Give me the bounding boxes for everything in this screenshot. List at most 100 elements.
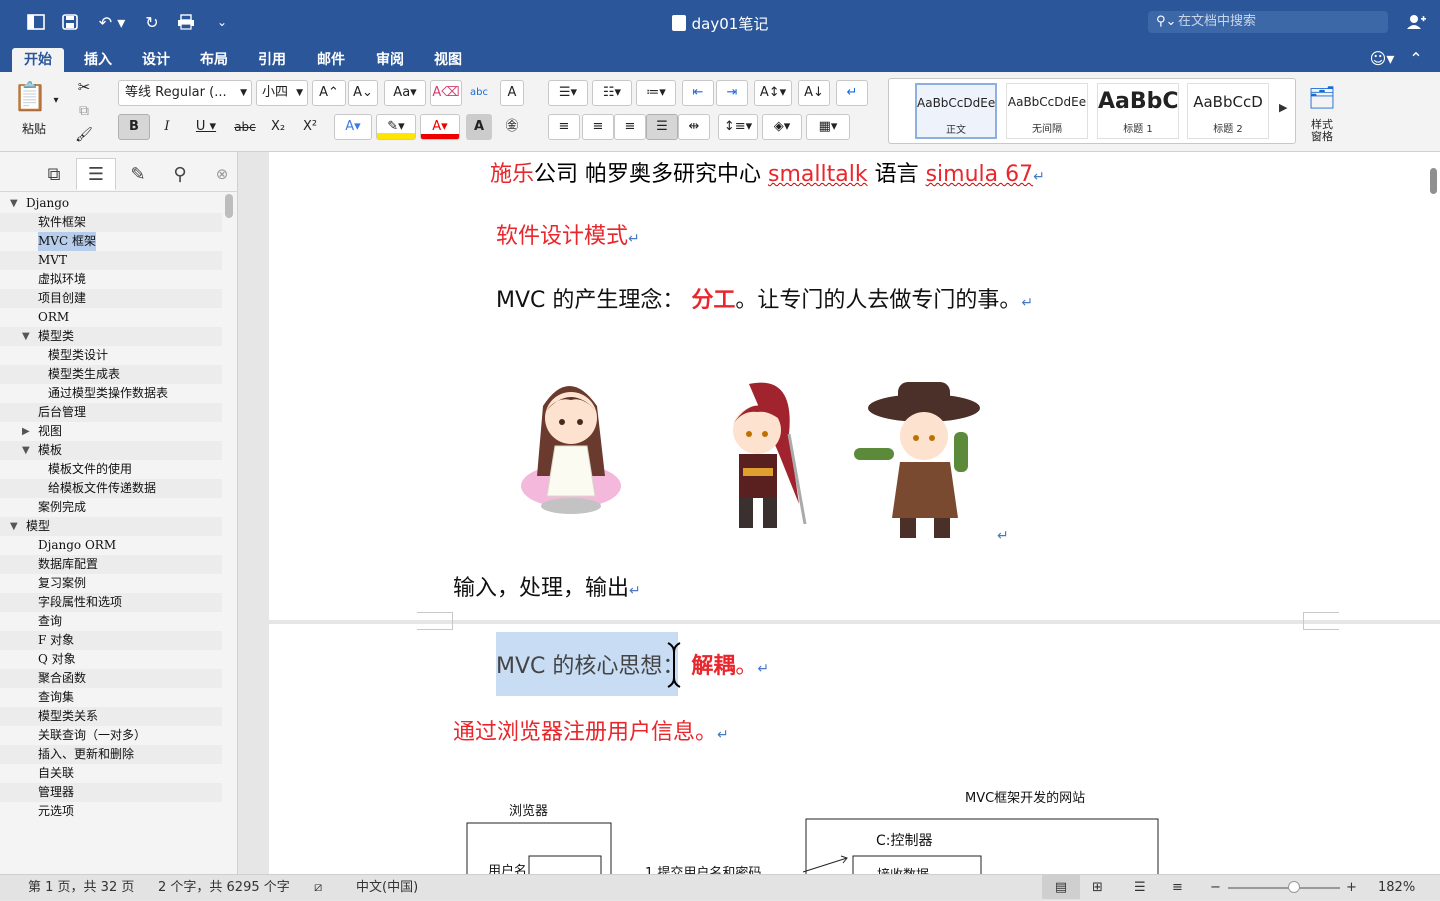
doc-line-history[interactable]: 施乐公司 帕罗奥多研究中心 smalltalk 语言 simula 67↵ (490, 156, 1045, 188)
numbering-button[interactable]: ☷▾ (592, 80, 632, 106)
clear-formatting-icon[interactable]: A⌫ (430, 80, 462, 106)
toc-item[interactable]: 模板文件的使用 (0, 460, 222, 479)
show-marks-icon[interactable]: ↵ (836, 80, 868, 106)
search-input[interactable]: ⚲⌄ 在文档中搜索 (1148, 11, 1388, 33)
word-count[interactable]: 2 个字，共 6295 个字 (158, 875, 290, 901)
toc-item[interactable]: 给模板文件传递数据 (0, 479, 222, 498)
zoom-level[interactable]: 182% (1378, 875, 1415, 901)
toc-item[interactable]: 插入、更新和删除 (0, 745, 222, 764)
toc-item[interactable]: Django ORM (0, 536, 222, 555)
toc-item[interactable]: 元选项 (0, 802, 222, 821)
distributed-align-button[interactable]: ⇹ (678, 114, 710, 140)
page-count[interactable]: 第 1 页，共 32 页 (28, 875, 134, 901)
proofing-icon[interactable]: ⧄ (314, 875, 322, 901)
toc-item[interactable]: 管理器 (0, 783, 222, 802)
subscript-button[interactable]: X₂ (264, 114, 292, 140)
enclose-characters-icon[interactable]: ㊎ (498, 114, 526, 140)
girl-cartoon-image[interactable] (509, 366, 629, 520)
language-indicator[interactable]: 中文(中国) (356, 875, 418, 901)
align-right-button[interactable]: ≡ (614, 114, 646, 140)
text-effects-button[interactable]: A▾ (334, 114, 372, 140)
toc-item[interactable]: ORM (0, 308, 222, 327)
thumbnails-tab-icon[interactable]: ⧉ (34, 158, 74, 190)
styles-pane-icon[interactable]: 🗂 (1304, 78, 1340, 118)
collapse-arrow-icon[interactable]: ▼ (10, 194, 18, 213)
warrior-cartoon-image[interactable] (709, 374, 809, 540)
gallery-next-icon[interactable]: ▶ (1279, 101, 1287, 114)
toc-item[interactable]: 聚合函数 (0, 669, 222, 688)
navigation-scrollbar[interactable] (225, 194, 233, 218)
style-no-spacing[interactable]: AaBbCcDdEe 无间隔 (1006, 83, 1088, 139)
doc-line-mvc-core[interactable]: MVC 的核心思想： 解耦。↵ (496, 648, 769, 680)
italic-button[interactable]: I (154, 114, 180, 140)
collapse-arrow-icon[interactable]: ▼ (22, 327, 30, 346)
font-size-select[interactable]: 小四 ▼ (256, 80, 308, 106)
doc-line-io[interactable]: 输入，处理，输出↵ (453, 570, 641, 602)
style-normal[interactable]: AaBbCcDdEe 正文 (915, 83, 997, 139)
toc-item[interactable]: 模型类生成表 (0, 365, 222, 384)
toc-item[interactable]: ▼ 模板 (0, 441, 222, 460)
text-direction-button[interactable]: A↕▾ (754, 80, 792, 106)
phonetic-guide-icon[interactable]: abc (466, 80, 492, 106)
tab-design[interactable]: 设计 (130, 48, 182, 72)
copy-icon[interactable]: ⧉ (72, 98, 96, 124)
toc-item[interactable]: 模型类设计 (0, 346, 222, 365)
tab-layout[interactable]: 布局 (188, 48, 240, 72)
zoom-out-icon[interactable]: − (1210, 875, 1221, 901)
toc-item[interactable]: ▼ 模型类 (0, 327, 222, 346)
character-border-icon[interactable]: A (500, 80, 524, 106)
align-center-button[interactable]: ≡ (582, 114, 614, 140)
bullets-button[interactable]: ☰▾ (548, 80, 588, 106)
strikethrough-button[interactable]: abc (230, 114, 260, 140)
toc-item[interactable]: MVT (0, 251, 222, 270)
toc-item[interactable]: ▼ 模型 (0, 517, 222, 536)
toc-item[interactable]: 软件框架 (0, 213, 222, 232)
doc-line-design-patterns[interactable]: 软件设计模式↵ (496, 218, 640, 250)
toc-item[interactable]: 复习案例 (0, 574, 222, 593)
highlight-color-button[interactable]: ✎▾ (376, 114, 416, 140)
toc-item[interactable]: 自关联 (0, 764, 222, 783)
document-map-tab-icon[interactable]: ☰ (76, 158, 116, 190)
collapse-arrow-icon[interactable]: ▼ (10, 517, 18, 536)
line-spacing-button[interactable]: ↕≡▾ (718, 114, 758, 140)
justify-button[interactable]: ☰ (646, 114, 678, 140)
toc-item[interactable]: F 对象 (0, 631, 222, 650)
toc-item[interactable]: MVC 框架 (0, 232, 222, 251)
toc-item[interactable]: 虚拟环境 (0, 270, 222, 289)
underline-button[interactable]: U ▾ (186, 114, 226, 140)
bold-button[interactable]: B (118, 114, 150, 140)
toc-item[interactable]: 模型类关系 (0, 707, 222, 726)
toc-item[interactable]: Q 对象 (0, 650, 222, 669)
character-shading-icon[interactable]: A (466, 114, 492, 140)
doc-line-register[interactable]: 通过浏览器注册用户信息。↵ (453, 714, 729, 746)
print-layout-view-icon[interactable]: ▤ (1042, 875, 1080, 899)
tab-home[interactable]: 开始 (12, 48, 64, 72)
cowboy-cartoon-image[interactable] (854, 378, 1000, 544)
toc-item[interactable]: 查询集 (0, 688, 222, 707)
toc-item[interactable]: 查询 (0, 612, 222, 631)
document-scrollbar[interactable] (1430, 168, 1437, 194)
font-color-button[interactable]: A▾ (420, 114, 460, 140)
document-canvas[interactable]: 施乐公司 帕罗奥多研究中心 smalltalk 语言 simula 67↵ 软件… (239, 152, 1440, 874)
doc-line-mvc-origin[interactable]: MVC 的产生理念： 分工。让专门的人去做专门的事。↵ (496, 282, 1033, 314)
tab-view[interactable]: 视图 (422, 48, 474, 72)
grow-font-button[interactable]: A⌃ (312, 80, 346, 106)
zoom-slider-thumb[interactable] (1288, 881, 1300, 893)
sort-icon[interactable]: A↓ (798, 80, 830, 106)
superscript-button[interactable]: X² (296, 114, 324, 140)
toc-item[interactable]: 通过模型类操作数据表 (0, 384, 222, 403)
change-case-button[interactable]: Aa▾ (384, 80, 426, 106)
toc-item[interactable]: 字段属性和选项 (0, 593, 222, 612)
style-heading-1[interactable]: AaBbC 标题 1 (1097, 83, 1179, 139)
toc-item[interactable]: 数据库配置 (0, 555, 222, 574)
zoom-in-icon[interactable]: + (1346, 875, 1357, 901)
outline-view-icon[interactable]: ☰ (1134, 875, 1146, 901)
expand-arrow-icon[interactable]: ▶ (22, 422, 30, 441)
web-layout-view-icon[interactable]: ⊞ (1092, 875, 1103, 901)
close-pane-icon[interactable]: ⊗ (202, 158, 242, 190)
decrease-indent-icon[interactable]: ⇤ (682, 80, 714, 106)
tab-mailings[interactable]: 邮件 (305, 48, 357, 72)
collapse-arrow-icon[interactable]: ▼ (22, 441, 30, 460)
collapse-ribbon-icon[interactable]: ⌃ (1404, 46, 1428, 70)
toc-item[interactable]: 关联查询（一对多） (0, 726, 222, 745)
